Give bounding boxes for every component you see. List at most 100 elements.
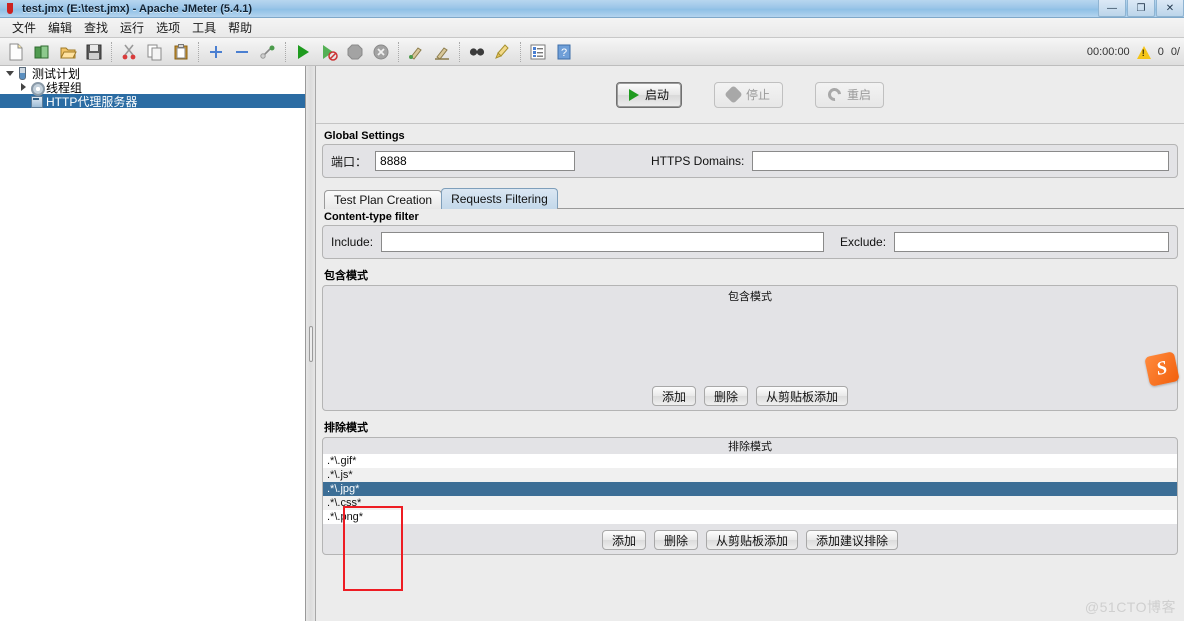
toggle-icon[interactable] <box>256 40 280 64</box>
site-watermark: @51CTO博客 <box>1084 599 1176 615</box>
main-toolbar: ? 00:00:00 0 0/ <box>0 38 1184 66</box>
include-add-from-clipboard-button[interactable]: 从剪贴板添加 <box>756 386 849 406</box>
menu-item-run[interactable]: 运行 <box>114 17 150 38</box>
include-patterns-column-header: 包含模式 <box>728 291 772 303</box>
cut-icon[interactable] <box>117 40 141 64</box>
exclude-input[interactable] <box>894 232 1169 252</box>
global-settings-title: Global Settings <box>324 130 405 142</box>
exclude-label: Exclude: <box>840 235 887 249</box>
content-type-filter-title: Content-type filter <box>324 211 419 223</box>
stop-icon[interactable] <box>343 40 367 64</box>
warning-count: 0 <box>1157 46 1164 58</box>
toolbar-separator <box>459 41 460 62</box>
http-proxy-server-panel: 启动 停止 重启 Global Settings 端口： 8888 HTTPS … <box>316 66 1184 621</box>
minimize-button[interactable]: — <box>1098 0 1126 17</box>
restart-icon <box>825 85 844 104</box>
expand-toggle-icon[interactable] <box>18 82 29 93</box>
exclude-add-from-clipboard-button[interactable]: 从剪贴板添加 <box>706 530 799 550</box>
expand-toggle-icon[interactable] <box>4 68 15 79</box>
global-settings-row: 端口： 8888 HTTPS Domains: <box>331 151 1169 171</box>
content-type-filter-body: Include: Exclude: <box>322 225 1178 259</box>
toolbar-separator <box>520 41 521 62</box>
toolbar-separator <box>285 41 286 62</box>
table-row[interactable]: .*\.js* <box>323 468 1177 482</box>
exclude-add-suggested-button[interactable]: 添加建议排除 <box>806 530 899 550</box>
stop-button[interactable]: 停止 <box>713 81 783 108</box>
main-split-pane: 测试计划 线程组 HTTP代理服务器 启动 停止 重启 Global Setti… <box>0 66 1184 621</box>
restart-button[interactable]: 重启 <box>815 81 885 108</box>
split-pane-divider[interactable] <box>306 66 316 621</box>
test-plan-tree[interactable]: 测试计划 线程组 HTTP代理服务器 <box>0 66 306 621</box>
include-patterns-rows[interactable] <box>323 306 1177 380</box>
templates-icon[interactable] <box>30 40 54 64</box>
toolbar-status: 00:00:00 0 0/ <box>1087 38 1180 66</box>
menu-item-tools[interactable]: 工具 <box>186 17 222 38</box>
clear-icon[interactable] <box>404 40 428 64</box>
help-icon[interactable]: ? <box>552 40 576 64</box>
thread-group-icon <box>29 80 45 96</box>
window-title-bar: test.jmx (E:\test.jmx) - Apache JMeter (… <box>0 0 1184 18</box>
table-row[interactable]: .*\.gif* <box>323 454 1177 468</box>
global-settings-body: 端口： 8888 HTTPS Domains: <box>322 144 1178 178</box>
content-type-filter-section: Content-type filter Include: Exclude: <box>322 209 1178 259</box>
port-input[interactable]: 8888 <box>375 151 576 171</box>
exclude-patterns-section: 排除模式 排除模式 .*\.gif* .*\.js* .*\.jpg* .*\.… <box>322 419 1178 555</box>
search-reset-icon[interactable] <box>491 40 515 64</box>
window-title: test.jmx (E:\test.jmx) - Apache JMeter (… <box>22 2 253 15</box>
include-input[interactable] <box>381 232 825 252</box>
clear-all-icon[interactable] <box>430 40 454 64</box>
https-domains-input[interactable] <box>752 151 1169 171</box>
exclude-patterns-column-header: 排除模式 <box>728 441 772 453</box>
menu-item-options[interactable]: 选项 <box>150 17 186 38</box>
include-delete-button[interactable]: 删除 <box>703 386 748 406</box>
save-icon[interactable] <box>82 40 106 64</box>
proxy-control-bar: 启动 停止 重启 <box>316 66 1184 124</box>
menu-item-help[interactable]: 帮助 <box>222 17 258 38</box>
exclude-delete-button[interactable]: 删除 <box>653 530 698 550</box>
sogou-logo: S <box>1144 351 1180 387</box>
test-plan-icon <box>15 66 29 80</box>
toolbar-separator <box>198 41 199 62</box>
include-add-button[interactable]: 添加 <box>651 386 696 406</box>
collapse-icon[interactable] <box>230 40 254 64</box>
new-icon[interactable] <box>4 40 28 64</box>
exclude-patterns-table[interactable]: 排除模式 .*\.gif* .*\.js* .*\.jpg* .*\.css* … <box>322 437 1178 555</box>
search-icon[interactable] <box>465 40 489 64</box>
tab-requests-filtering[interactable]: Requests Filtering <box>441 188 558 209</box>
expand-toggle-placeholder <box>18 96 29 107</box>
exclude-patterns-rows[interactable]: .*\.gif* .*\.js* .*\.jpg* .*\.css* .*\.p… <box>323 454 1177 524</box>
close-button[interactable]: ✕ <box>1156 0 1184 17</box>
start-icon[interactable] <box>291 40 315 64</box>
exclude-add-button[interactable]: 添加 <box>601 530 646 550</box>
table-row[interactable]: .*\.css* <box>323 496 1177 510</box>
warning-icon[interactable] <box>1136 45 1151 59</box>
tab-test-plan-creation[interactable]: Test Plan Creation <box>324 190 443 209</box>
include-patterns-table[interactable]: 包含模式 添加 删除 从剪贴板添加 <box>322 285 1178 411</box>
thread-count: 0/ <box>1170 46 1180 58</box>
include-patterns-buttons: 添加 删除 从剪贴板添加 <box>323 380 1177 410</box>
menu-item-file[interactable]: 文件 <box>6 17 42 38</box>
table-row[interactable]: .*\.png* <box>323 510 1177 524</box>
function-helper-icon[interactable] <box>526 40 550 64</box>
stop-icon <box>724 85 743 104</box>
maximize-button[interactable]: ❐ <box>1127 0 1155 17</box>
copy-icon[interactable] <box>143 40 167 64</box>
expand-icon[interactable] <box>204 40 228 64</box>
shutdown-icon[interactable] <box>369 40 393 64</box>
open-icon[interactable] <box>56 40 80 64</box>
svg-text:?: ? <box>561 47 567 59</box>
start-no-pauses-icon[interactable] <box>317 40 341 64</box>
exclude-patterns-buttons: 添加 删除 从剪贴板添加 添加建议排除 <box>323 524 1177 554</box>
menu-bar: 文件 编辑 查找 运行 选项 工具 帮助 <box>0 18 1184 38</box>
menu-item-edit[interactable]: 编辑 <box>42 17 78 38</box>
paste-icon[interactable] <box>169 40 193 64</box>
start-button[interactable]: 启动 <box>615 81 682 108</box>
jmeter-flask-icon <box>4 2 17 15</box>
table-row[interactable]: .*\.jpg* <box>323 482 1177 496</box>
toolbar-separator <box>398 41 399 62</box>
menu-item-search[interactable]: 查找 <box>78 17 114 38</box>
split-pane-grip[interactable] <box>309 326 313 362</box>
tree-node-http-proxy-server[interactable]: HTTP代理服务器 <box>0 94 305 109</box>
window-controls: — ❐ ✕ <box>1097 0 1184 18</box>
include-patterns-title: 包含模式 <box>324 270 368 282</box>
